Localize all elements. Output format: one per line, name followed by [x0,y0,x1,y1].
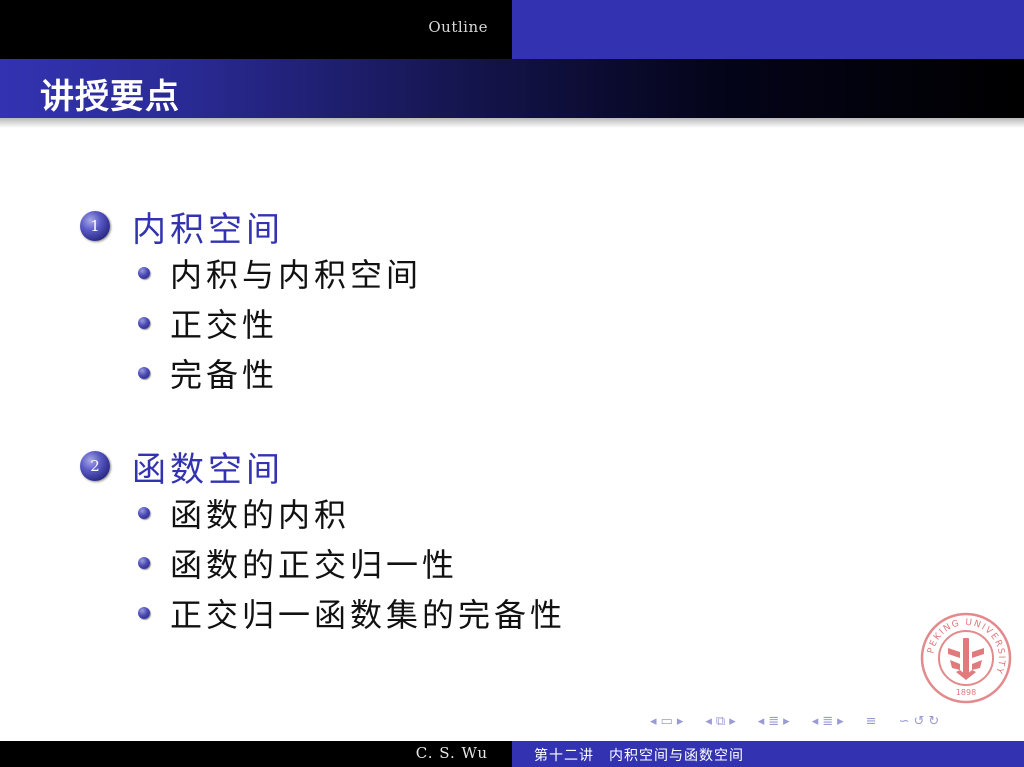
nav-frame-prev-icon[interactable]: ◂ [650,714,657,729]
footline-left: C. S. Wu [0,741,512,767]
nav-section-icon[interactable]: ≣ [768,714,779,729]
nav-part-prev-icon[interactable]: ◂ [812,714,819,729]
section-1: 1 内积空间 内积与内积空间 正交性 完备性 [80,204,422,398]
nav-frame-icon[interactable]: ▭ [661,714,673,729]
lecture-short-title: 第十二讲 内积空间与函数空间 [534,748,744,764]
list-item-text: 完备性 [170,356,279,394]
bullet-icon [138,557,150,569]
bullet-icon [138,607,150,619]
list-item: 完备性 [80,348,422,398]
footline-bar: C. S. Wu 第十二讲 内积空间与函数空间 [0,741,1024,767]
nav-back-icon[interactable]: ↺ [913,714,924,729]
list-item-text: 内积与内积空间 [170,256,423,294]
slide-content: 1 内积空间 内积与内积空间 正交性 完备性 2 函数空间 函数的内积 函数的正… [0,0,1024,767]
section-heading: 1 内积空间 [80,204,422,250]
nav-subsection-next-icon[interactable]: ▸ [729,714,736,729]
nav-section-next-icon[interactable]: ▸ [783,714,790,729]
nav-frame-next-icon[interactable]: ▸ [677,714,684,729]
section-number-ball: 2 [80,451,110,481]
university-logo: PEKING UNIVERSITY 1898 [920,612,1012,704]
nav-part-next-icon[interactable]: ▸ [837,714,844,729]
section-title: 内积空间 [132,209,284,250]
section-2: 2 函数空间 函数的内积 函数的正交归一性 正交归一函数集的完备性 [80,444,566,638]
list-item-text: 正交性 [170,306,279,344]
bullet-icon [138,267,150,279]
peking-university-seal-icon: PEKING UNIVERSITY 1898 [920,612,1012,704]
list-item: 正交性 [80,298,422,348]
nav-forward-icon[interactable]: ↻ [928,714,939,729]
nav-part-icon[interactable]: ≣ [822,714,833,729]
bullet-icon [138,367,150,379]
bullet-icon [138,507,150,519]
list-item: 函数的内积 [80,488,566,538]
nav-section-prev-icon[interactable]: ◂ [758,714,765,729]
nav-subsection-icon[interactable]: ⧉ [716,714,725,729]
list-item: 内积与内积空间 [80,248,422,298]
nav-subsection-prev-icon[interactable]: ◂ [705,714,712,729]
footline-right: 第十二讲 内积空间与函数空间 [512,741,1024,767]
bullet-icon [138,317,150,329]
beamer-navigation: ◂ ▭ ▸ ◂ ⧉ ▸ ◂ ≣ ▸ ◂ ≣ ▸ ≡ ∽ ↺ ↻ [650,714,939,729]
list-item: 正交归一函数集的完备性 [80,588,566,638]
logo-year: 1898 [956,688,976,697]
section-number-ball: 1 [80,211,110,241]
section-heading: 2 函数空间 [80,444,566,490]
list-item-text: 函数的正交归一性 [170,546,459,584]
nav-search-icon[interactable]: ∽ [899,714,910,729]
section-title: 函数空间 [132,449,284,490]
list-item-text: 正交归一函数集的完备性 [170,596,567,634]
list-item-text: 函数的内积 [170,496,351,534]
author-name: C. S. Wu [415,744,488,762]
list-item: 函数的正交归一性 [80,538,566,588]
nav-doc-icon[interactable]: ≡ [866,714,877,729]
